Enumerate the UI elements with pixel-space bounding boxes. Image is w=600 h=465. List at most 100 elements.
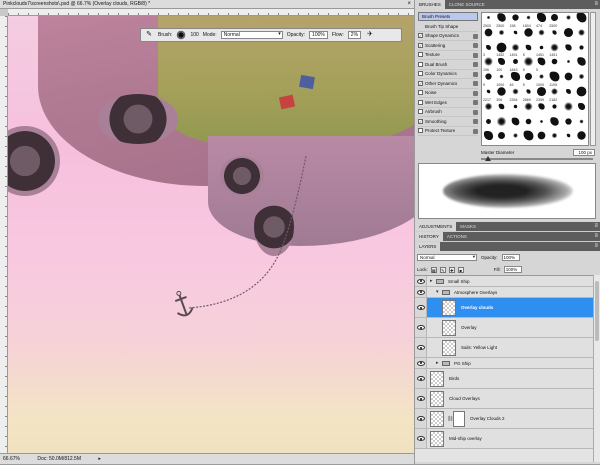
slider-thumb-icon[interactable] <box>485 156 491 161</box>
brush-tip[interactable] <box>509 28 522 43</box>
master-diameter-input[interactable]: 100 px <box>573 149 595 156</box>
lock-icon[interactable] <box>473 91 478 96</box>
checkbox[interactable]: ✓ <box>418 119 423 124</box>
layer-opacity-input[interactable]: 100% <box>502 254 520 261</box>
lock-all-icon[interactable]: ■ <box>458 267 464 273</box>
brush-tip[interactable] <box>562 57 575 72</box>
brush-tip[interactable]: 1451 <box>548 43 561 58</box>
checkbox[interactable] <box>418 100 423 105</box>
brush-tip[interactable]: 45 <box>509 72 522 87</box>
lock-icon[interactable] <box>473 110 478 115</box>
brush-tip[interactable]: 1000 <box>495 72 508 87</box>
brush-tip[interactable] <box>482 117 495 132</box>
brush-tip[interactable]: 1452 <box>495 43 508 58</box>
brush-tip[interactable] <box>575 87 588 102</box>
lock-pixels-icon[interactable]: ✎ <box>440 267 446 273</box>
checkbox[interactable]: ✓ <box>418 43 423 48</box>
lock-icon[interactable] <box>473 100 478 105</box>
brush-tip[interactable] <box>562 117 575 132</box>
brush-tip[interactable]: 2500 <box>482 13 495 28</box>
brush-option-item[interactable]: Protect Texture <box>418 127 478 137</box>
brush-tip[interactable]: 158 <box>509 13 522 28</box>
canvas[interactable] <box>8 16 414 453</box>
layer-row[interactable]: Sails: Yellow Light <box>415 338 600 358</box>
close-icon[interactable]: × <box>407 0 411 9</box>
brush-preview[interactable] <box>176 30 186 40</box>
brush-tip[interactable]: 1451 <box>509 43 522 58</box>
visibility-toggle[interactable] <box>415 409 427 428</box>
blend-mode-select[interactable]: Normal <box>417 254 477 261</box>
brush-tip[interactable]: 3 <box>482 43 495 58</box>
tab-clone-source[interactable]: CLONE SOURCE <box>445 0 489 9</box>
lock-icon[interactable] <box>473 62 478 67</box>
tab-actions[interactable]: ACTIONS <box>443 232 471 241</box>
lock-icon[interactable] <box>473 81 478 86</box>
panel-menu-icon[interactable]: ≡ <box>594 232 598 241</box>
lock-icon[interactable] <box>473 72 478 77</box>
brush-tip[interactable] <box>482 131 495 146</box>
brush-tip[interactable]: 2217 <box>482 87 495 102</box>
brush-tip[interactable] <box>562 13 575 28</box>
brush-tip[interactable] <box>535 28 548 43</box>
brush-tip[interactable]: 100 <box>495 57 508 72</box>
brush-tip[interactable] <box>562 28 575 43</box>
checkbox[interactable] <box>418 128 423 133</box>
brush-tip-grid[interactable]: 2500250015818044742500314521451514511451… <box>481 12 589 146</box>
visibility-toggle[interactable] <box>415 358 427 368</box>
brush-tip[interactable] <box>575 57 588 72</box>
layer-row[interactable]: Cloud Overlays <box>415 389 600 409</box>
brush-tip[interactable]: 474 <box>535 13 548 28</box>
tab-layers[interactable]: LAYERS <box>415 242 440 251</box>
horizontal-ruler[interactable] <box>8 9 414 16</box>
mode-select[interactable]: Normal <box>221 31 283 39</box>
brush-tip[interactable] <box>548 131 561 146</box>
layer-scroll-thumb[interactable] <box>595 281 599 341</box>
visibility-toggle[interactable] <box>415 318 427 337</box>
visibility-toggle[interactable] <box>415 298 427 317</box>
brush-tip[interactable] <box>562 43 575 58</box>
brush-tip[interactable] <box>548 117 561 132</box>
brush-tip[interactable]: 2394 <box>509 87 522 102</box>
brush-tip[interactable] <box>482 28 495 43</box>
brush-tip[interactable] <box>548 28 561 43</box>
brush-tip[interactable] <box>535 131 548 146</box>
checkbox[interactable] <box>418 90 423 95</box>
brush-tip[interactable] <box>535 117 548 132</box>
brush-tip[interactable] <box>495 117 508 132</box>
brush-tip[interactable] <box>509 131 522 146</box>
lock-icon[interactable] <box>473 129 478 134</box>
brush-tip[interactable]: 9 <box>482 72 495 87</box>
status-arrow-icon[interactable]: ▸ <box>98 456 101 462</box>
layer-row[interactable]: Overlay <box>415 318 600 338</box>
brush-tip[interactable] <box>562 87 575 102</box>
layer-row[interactable]: ▸PG Ship <box>415 358 600 369</box>
fill-input[interactable]: 100% <box>504 266 522 273</box>
brush-tip[interactable] <box>509 117 522 132</box>
tab-adjustments[interactable]: ADJUSTMENTS <box>415 222 456 231</box>
brush-tip[interactable] <box>562 131 575 146</box>
checkbox[interactable]: ✓ <box>418 81 423 86</box>
brush-tip[interactable] <box>522 28 535 43</box>
brush-tip[interactable] <box>548 102 561 117</box>
chevron-down-icon[interactable]: ▾ <box>436 289 439 295</box>
master-diameter-slider[interactable] <box>481 158 593 160</box>
brush-tip[interactable] <box>522 117 535 132</box>
chevron-right-icon[interactable]: ▸ <box>436 360 439 366</box>
brush-tip[interactable] <box>575 43 588 58</box>
panel-menu-icon[interactable]: ≡ <box>594 222 598 231</box>
brush-tip[interactable]: 2500 <box>548 13 561 28</box>
brush-tip[interactable] <box>575 72 588 87</box>
brush-tip[interactable] <box>575 131 588 146</box>
document-tab[interactable]: Pinkclouds7\screenshots\.psd @ 66.7% (Ov… <box>0 0 414 9</box>
brush-tip[interactable]: 2182 <box>548 87 561 102</box>
brush-tip[interactable] <box>562 102 575 117</box>
airbrush-icon[interactable]: ✈ <box>365 30 375 40</box>
layer-scrollbar[interactable] <box>593 275 600 462</box>
tab-brushes[interactable]: BRUSHES <box>415 0 445 9</box>
brush-tip[interactable] <box>548 57 561 72</box>
lock-transparency-icon[interactable]: ▦ <box>431 267 437 273</box>
brush-tip[interactable]: 1451 <box>535 43 548 58</box>
lock-position-icon[interactable]: ✚ <box>449 267 455 273</box>
brush-tip[interactable]: 5 <box>522 43 535 58</box>
tab-history[interactable]: HISTORY <box>415 232 443 241</box>
